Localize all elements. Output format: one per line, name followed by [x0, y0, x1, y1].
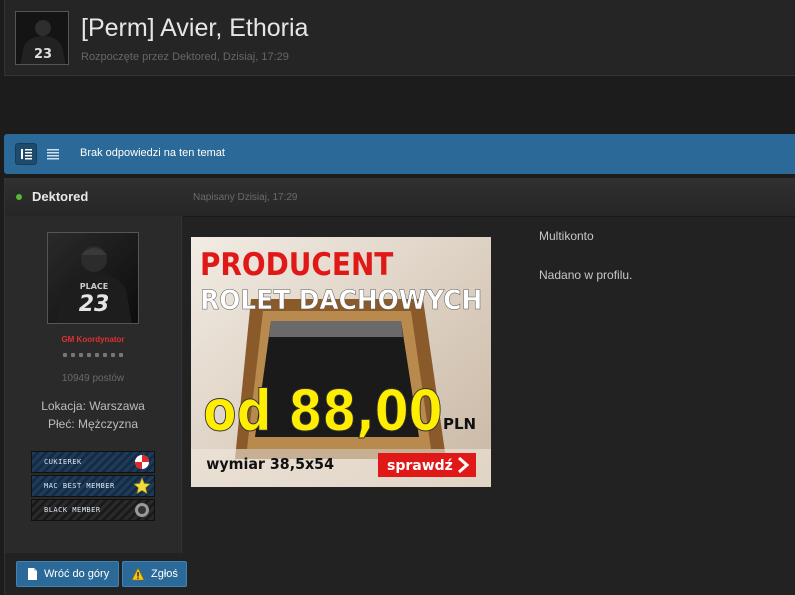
rank-pip: [119, 353, 123, 357]
topic-starter-avatar[interactable]: 23: [15, 11, 69, 65]
topic-controls-bar: Brak odpowiedzi na ten temat: [4, 134, 795, 174]
post: Dektored Napisany Dzisiaj, 17:29 PLACE 2…: [4, 178, 795, 595]
post-footer: Wróć do góry Zgłoś: [5, 553, 795, 595]
post-author[interactable]: Dektored: [32, 189, 88, 204]
svg-text:wymiar 38,5x54: wymiar 38,5x54: [206, 456, 334, 473]
svg-text:od 88,00: od 88,00: [203, 379, 442, 444]
back-to-top-button[interactable]: Wróć do góry: [16, 561, 119, 587]
list-view-icon: [21, 149, 32, 160]
warning-icon: [131, 567, 145, 581]
online-status-icon: [16, 194, 22, 200]
list-view-button[interactable]: [15, 143, 37, 165]
text-view-button[interactable]: [42, 143, 64, 165]
rank-pips: [5, 353, 181, 357]
user-location: Lokacja: Warszawa: [41, 399, 145, 413]
candy-icon: [135, 455, 149, 469]
rank-pip: [79, 353, 83, 357]
topic-title: [Perm] Avier, Ethoria: [81, 14, 309, 42]
author-info-panel: PLACE 23 GM Koordynator 10949 postów Lok…: [5, 216, 182, 553]
post-count: 10949 postów: [61, 373, 125, 384]
badge-icon: [135, 503, 149, 517]
svg-text:ROLET DACHOWYCH: ROLET DACHOWYCH: [200, 285, 482, 316]
ad-banner[interactable]: PRODUCENT ROLET DACHOWYCH od 88,00 PLN w…: [191, 237, 491, 487]
award-mac-best-member[interactable]: MAC BEST MEMBER: [31, 475, 155, 497]
rank-pip: [103, 353, 107, 357]
post-content: Multikonto Nadano w profilu.: [539, 229, 632, 307]
svg-text:PLN: PLN: [443, 415, 476, 433]
user-avatar[interactable]: PLACE 23: [47, 232, 139, 324]
svg-text:PLACE: PLACE: [80, 282, 109, 291]
rank-pip: [71, 353, 75, 357]
rank-pip: [87, 353, 91, 357]
award-black-member[interactable]: BLACK MEMBER: [31, 499, 155, 521]
text-view-icon: [47, 149, 59, 160]
page-icon: [28, 568, 37, 580]
rank-pip: [95, 353, 99, 357]
user-gender: Płeć: Mężczyzna: [47, 417, 139, 431]
rank-pip: [63, 353, 67, 357]
svg-text:23: 23: [79, 292, 110, 317]
post-line: Multikonto: [539, 229, 594, 243]
user-rank: GM Koordynator: [61, 335, 125, 344]
svg-text:sprawdź: sprawdź: [387, 458, 453, 474]
post-date[interactable]: Napisany Dzisiaj, 17:29: [193, 192, 298, 203]
topic-meta: Rozpoczęte przez Dektored, Dzisiaj, 17:2…: [81, 51, 289, 63]
post-line: Nadano w profilu.: [539, 268, 633, 282]
post-header: Dektored Napisany Dzisiaj, 17:29: [5, 179, 795, 217]
no-replies-text: Brak odpowiedzi na ten temat: [80, 147, 225, 159]
report-button[interactable]: Zgłoś: [122, 561, 187, 587]
award-cukierek[interactable]: CUKIEREK: [31, 451, 155, 473]
svg-text:PRODUCENT: PRODUCENT: [200, 247, 393, 283]
topic-header: 23 [Perm] Avier, Ethoria Rozpoczęte prze…: [4, 0, 795, 76]
rank-pip: [111, 353, 115, 357]
star-icon: [133, 477, 151, 495]
svg-text:23: 23: [34, 47, 52, 62]
